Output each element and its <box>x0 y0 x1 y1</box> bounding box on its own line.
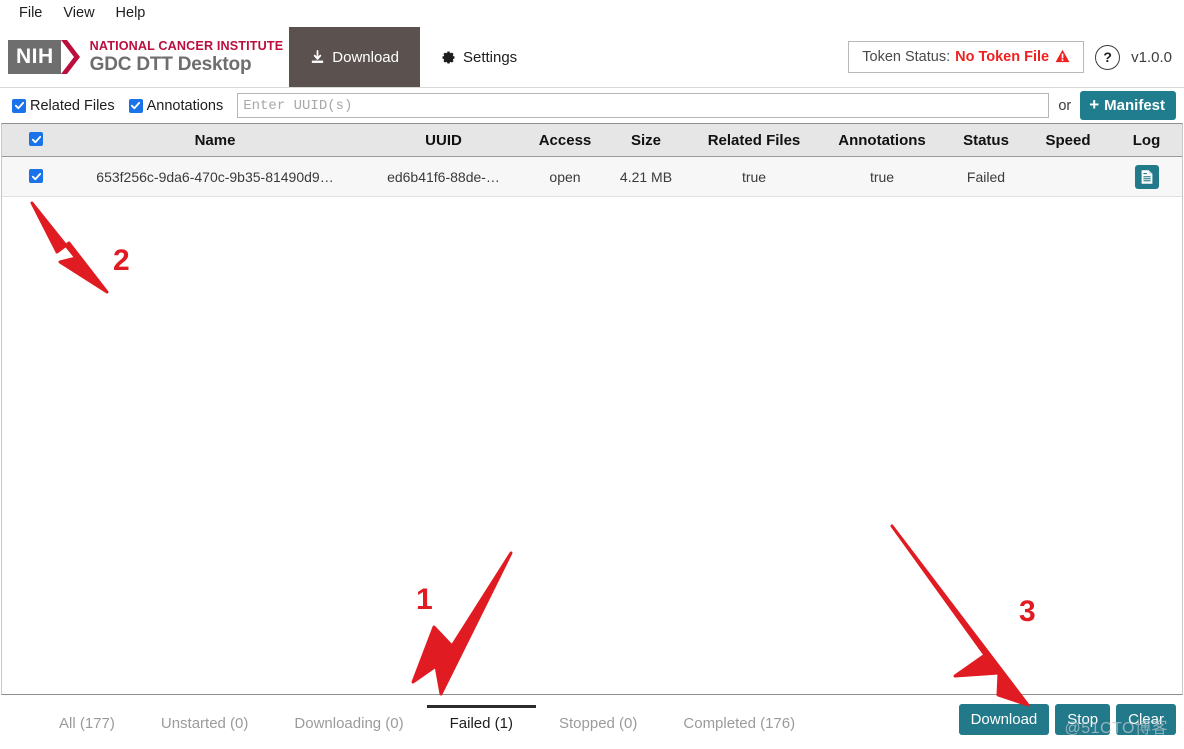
status-tab-completed[interactable]: Completed (176) <box>660 705 818 739</box>
row-select-cell[interactable] <box>2 156 70 197</box>
file-table-head: Name UUID Access Size Related Files Anno… <box>2 124 1182 157</box>
brand-logo: NIH NATIONAL CANCER INSTITUTE GDC DTT De… <box>0 27 287 87</box>
column-header-related-files[interactable]: Related Files <box>689 124 819 157</box>
tab-download[interactable]: Download <box>289 27 420 87</box>
brand-app-name: GDC DTT Desktop <box>89 53 252 75</box>
manifest-button-label: Manifest <box>1104 97 1165 114</box>
file-table: Name UUID Access Size Related Files Anno… <box>2 124 1182 197</box>
cell-speed <box>1027 156 1109 197</box>
checkbox-checked-icon <box>128 98 143 113</box>
download-icon <box>310 49 325 65</box>
menu-item-file[interactable]: File <box>9 3 53 24</box>
related-files-checkbox[interactable]: Related Files <box>12 98 115 114</box>
manifest-button[interactable]: + Manifest <box>1080 91 1176 120</box>
column-header-size[interactable]: Size <box>603 124 689 157</box>
row-checkbox[interactable] <box>29 169 43 183</box>
help-icon[interactable]: ? <box>1095 44 1121 70</box>
status-tab-unstarted[interactable]: Unstarted (0) <box>138 705 272 739</box>
status-filter-tabs: All (177) Unstarted (0) Downloading (0) … <box>36 695 818 744</box>
brand-institute-name: NATIONAL CANCER INSTITUTE <box>89 39 284 54</box>
cell-size: 4.21 MB <box>603 156 689 197</box>
footer-action-buttons: Download Stop Clear <box>958 704 1176 735</box>
filter-bar: Related Files Annotations or + Manifest <box>0 88 1184 123</box>
app-version: v1.0.0 <box>1131 48 1172 66</box>
token-status-label: Token Status: <box>862 49 951 65</box>
cell-name: 653f256c-9da6-470c-9b35-81490d9… <box>70 156 360 197</box>
gear-icon <box>441 50 456 65</box>
column-header-speed[interactable]: Speed <box>1027 124 1109 157</box>
file-table-body: 653f256c-9da6-470c-9b35-81490d9… ed6b41f… <box>2 156 1182 197</box>
app-window: File View Help NIH NATIONAL CANCER INSTI… <box>0 0 1184 744</box>
column-header-log[interactable]: Log <box>1109 124 1182 157</box>
table-header-row: Name UUID Access Size Related Files Anno… <box>2 124 1182 157</box>
app-header: NIH NATIONAL CANCER INSTITUTE GDC DTT De… <box>0 27 1184 88</box>
column-header-access[interactable]: Access <box>527 124 603 157</box>
nih-chevron-icon <box>60 40 81 74</box>
column-header-uuid[interactable]: UUID <box>360 124 527 157</box>
annotations-checkbox[interactable]: Annotations <box>128 97 224 114</box>
checkbox-checked-icon <box>12 98 26 113</box>
plus-icon: + <box>1089 95 1100 114</box>
tab-settings-label: Settings <box>462 48 518 66</box>
column-header-annotations[interactable]: Annotations <box>819 124 945 157</box>
status-tab-downloading[interactable]: Downloading (0) <box>271 705 426 739</box>
cell-log[interactable] <box>1109 156 1182 197</box>
annotations-label: Annotations <box>146 97 224 114</box>
or-separator-label: or <box>1058 97 1072 114</box>
menu-bar: File View Help <box>0 0 1184 27</box>
document-log-icon[interactable] <box>1134 164 1159 189</box>
token-status-badge: Token Status: No Token File <box>848 41 1085 73</box>
cell-access: open <box>527 156 603 197</box>
brand-text: NATIONAL CANCER INSTITUTE GDC DTT Deskto… <box>90 40 284 74</box>
clear-button[interactable]: Clear <box>1116 704 1176 735</box>
status-tab-all[interactable]: All (177) <box>36 705 138 739</box>
table-row[interactable]: 653f256c-9da6-470c-9b35-81490d9… ed6b41f… <box>2 156 1182 197</box>
download-button[interactable]: Download <box>958 704 1050 735</box>
cell-annotations: true <box>819 156 945 197</box>
nih-wordmark: NIH <box>8 40 61 74</box>
tab-download-label: Download <box>332 48 399 66</box>
header-right-group: Token Status: No Token File ? v1.0.0 <box>848 27 1184 87</box>
stop-button[interactable]: Stop <box>1055 704 1111 735</box>
status-tab-stopped[interactable]: Stopped (0) <box>536 705 660 739</box>
related-files-label: Related Files <box>30 97 115 114</box>
column-header-name[interactable]: Name <box>70 124 360 157</box>
file-table-container: Name UUID Access Size Related Files Anno… <box>1 123 1183 695</box>
token-status-value: No Token File <box>955 49 1050 65</box>
cell-status: Failed <box>945 156 1027 197</box>
cell-related-files: true <box>689 156 819 197</box>
cell-uuid: ed6b41f6-88de-… <box>360 156 527 197</box>
status-footer: All (177) Unstarted (0) Downloading (0) … <box>0 695 1184 744</box>
menu-item-help[interactable]: Help <box>106 3 157 24</box>
tab-settings[interactable]: Settings <box>420 27 538 87</box>
table-empty-space <box>2 197 1182 694</box>
uuid-input[interactable] <box>237 93 1050 118</box>
status-tab-failed[interactable]: Failed (1) <box>426 705 536 739</box>
column-header-status[interactable]: Status <box>945 124 1027 157</box>
nih-logo: NIH <box>8 40 81 74</box>
top-tabs: Download Settings <box>289 27 538 87</box>
warning-triangle-icon <box>1055 49 1070 65</box>
select-all-header[interactable] <box>2 124 70 157</box>
select-all-checkbox[interactable] <box>29 132 43 146</box>
menu-item-view[interactable]: View <box>53 3 105 24</box>
